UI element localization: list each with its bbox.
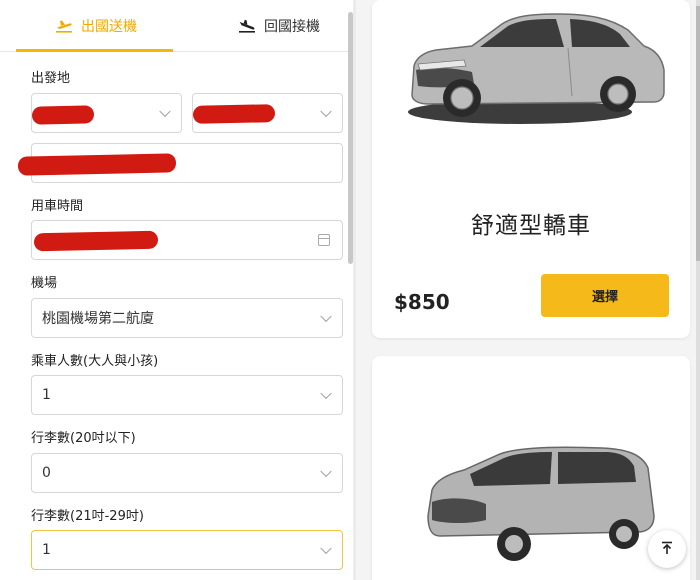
chevron-down-icon bbox=[320, 387, 332, 400]
page-scrollbar-thumb[interactable] bbox=[696, 6, 700, 261]
luggage-small-select[interactable]: 0 bbox=[31, 453, 343, 493]
luggage-large-value: 1 bbox=[42, 542, 51, 558]
car-card-van bbox=[372, 356, 690, 580]
arrow-up-icon bbox=[660, 540, 674, 559]
back-to-top-button[interactable] bbox=[648, 530, 686, 568]
chevron-down-icon bbox=[320, 105, 332, 118]
origin-city-select[interactable] bbox=[31, 93, 182, 133]
booking-form-panel: 出國送機 回國接機 出發地 用車時間 機場 桃園機場第二航廈 乘車人數(大人與小… bbox=[0, 0, 356, 580]
luggage-large-label: 行李數(21吋-29吋) bbox=[31, 509, 144, 524]
chevron-down-icon bbox=[320, 465, 332, 478]
form-scrollbar-track[interactable] bbox=[353, 0, 356, 580]
passengers-label: 乘車人數(大人與小孩) bbox=[31, 354, 159, 369]
origin-district-select[interactable] bbox=[192, 93, 343, 133]
sedan-car-image bbox=[408, 13, 665, 124]
chevron-down-icon bbox=[320, 542, 332, 555]
tab-return-label: 回國接機 bbox=[264, 19, 320, 35]
passengers-value: 1 bbox=[42, 387, 51, 403]
chevron-down-icon bbox=[320, 310, 332, 323]
select-car-button[interactable]: 選擇 bbox=[541, 274, 669, 317]
origin-address-input[interactable] bbox=[17, 143, 343, 183]
luggage-small-value: 0 bbox=[42, 465, 51, 481]
chevron-down-icon bbox=[159, 105, 171, 118]
calendar-icon bbox=[318, 234, 330, 246]
car-price: $850 bbox=[394, 290, 450, 314]
van-car-image bbox=[427, 446, 655, 561]
luggage-large-select[interactable]: 1 bbox=[31, 530, 343, 570]
redacted-value bbox=[33, 230, 159, 252]
airport-value: 桃園機場第二航廈 bbox=[42, 311, 154, 327]
form-scrollbar-thumb[interactable] bbox=[348, 12, 353, 264]
plane-takeoff-icon bbox=[55, 19, 73, 33]
redacted-value bbox=[192, 104, 276, 124]
luggage-small-label: 行李數(20吋以下) bbox=[31, 431, 136, 446]
airport-select[interactable]: 桃園機場第二航廈 bbox=[31, 298, 343, 338]
airport-label: 機場 bbox=[31, 276, 58, 291]
trip-type-tabs: 出國送機 回國接機 bbox=[0, 0, 348, 52]
tab-return[interactable]: 回國接機 bbox=[238, 0, 320, 52]
redacted-value bbox=[17, 153, 177, 176]
plane-landing-icon bbox=[238, 19, 256, 33]
origin-label: 出發地 bbox=[31, 71, 71, 86]
time-label: 用車時間 bbox=[31, 199, 84, 214]
active-tab-indicator bbox=[16, 49, 173, 52]
pickup-time-input[interactable] bbox=[31, 220, 343, 260]
tab-departure[interactable]: 出國送機 bbox=[55, 0, 137, 52]
passengers-select[interactable]: 1 bbox=[31, 375, 343, 415]
car-name: 舒適型轎車 bbox=[471, 213, 591, 239]
redacted-value bbox=[31, 105, 95, 125]
car-card-sedan: 舒適型轎車 $850 選擇 bbox=[372, 0, 690, 338]
tab-departure-label: 出國送機 bbox=[81, 19, 137, 35]
